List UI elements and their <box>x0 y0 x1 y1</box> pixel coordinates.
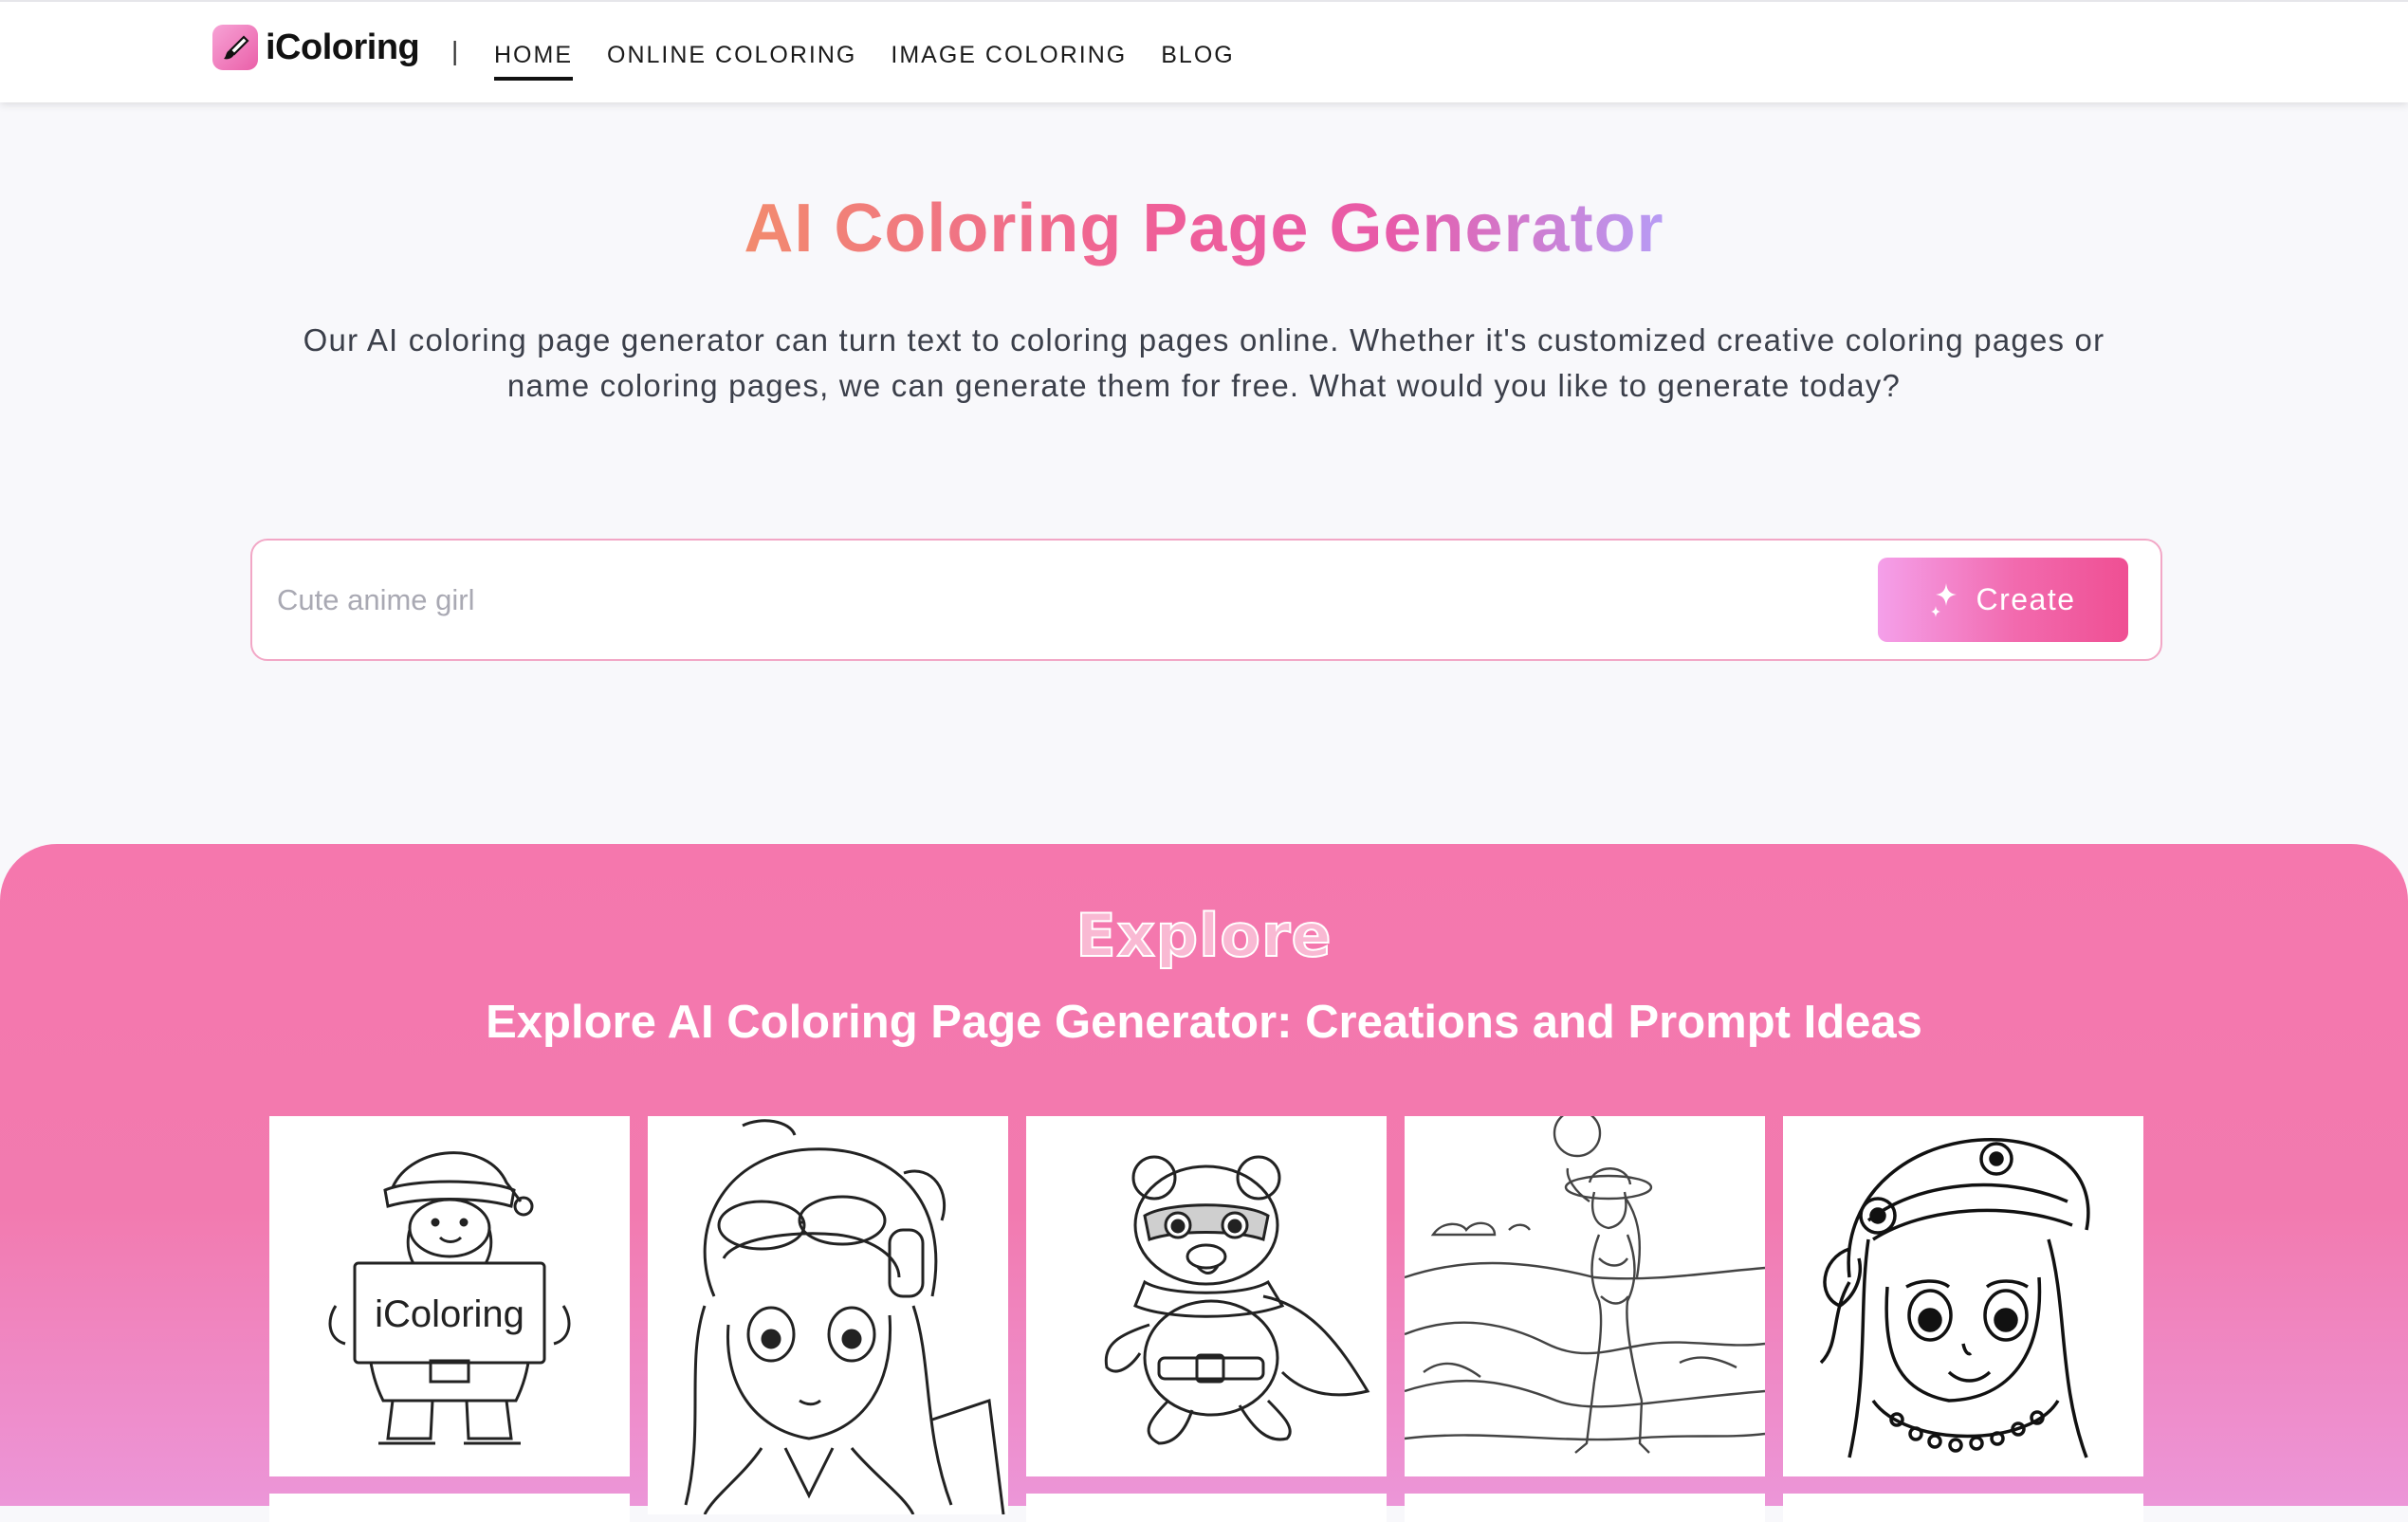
nav-online-coloring[interactable]: ONLINE COLORING <box>607 38 856 69</box>
logo-text: iColoring <box>266 27 420 67</box>
gallery-card-row2-3[interactable] <box>1026 1494 1387 1522</box>
santa-sign-drawing-icon: iColoring <box>328 1151 571 1445</box>
beach-woman-drawing-icon <box>1405 1116 1765 1454</box>
gallery-card-anime-girl[interactable] <box>648 1116 1008 1514</box>
gallery-card-headscarf-girl[interactable] <box>1783 1116 2143 1476</box>
create-button[interactable]: Create <box>1878 558 2128 642</box>
gallery-card-row2-1[interactable] <box>269 1494 630 1522</box>
explore-title: Explore AI Coloring Page Generator: Crea… <box>486 997 1922 1048</box>
anime-girl-headphones-drawing-icon <box>684 1119 1005 1514</box>
top-navbar: iColoring | HOME ONLINE COLORING IMAGE C… <box>0 0 2408 102</box>
explore-badge: Explore <box>1075 900 1333 971</box>
create-button-label: Create <box>1976 582 2076 616</box>
main-nav: HOME ONLINE COLORING IMAGE COLORING BLOG <box>494 2 1269 104</box>
gallery-card-bear[interactable] <box>1026 1116 1387 1476</box>
prompt-input[interactable] <box>277 561 2098 639</box>
nav-blog[interactable]: BLOG <box>1161 38 1234 69</box>
brush-icon <box>212 25 258 70</box>
gallery-card-row2-4[interactable] <box>1405 1494 1765 1522</box>
sparkle-icon <box>1930 581 1958 619</box>
page-title-text: AI Coloring Page Generator <box>744 191 1664 266</box>
explore-section: Explore Explore AI Coloring Page Generat… <box>0 844 2408 1522</box>
superhero-bear-drawing-icon <box>1104 1155 1370 1445</box>
gallery-card-beach[interactable] <box>1405 1116 1765 1476</box>
prompt-box: Create <box>250 539 2162 661</box>
gallery-card-row2-5[interactable] <box>1783 1494 2143 1522</box>
gallery-card-santa[interactable]: iColoring <box>269 1116 630 1476</box>
nav-home[interactable]: HOME <box>494 38 573 81</box>
logo-link[interactable]: iColoring <box>212 25 420 70</box>
nav-separator: | <box>451 36 459 65</box>
santa-sign-text: iColoring <box>375 1293 524 1335</box>
nav-image-coloring[interactable]: IMAGE COLORING <box>891 38 1127 69</box>
page-title: AI Coloring Page Generator <box>0 190 2408 267</box>
girl-headscarf-drawing-icon <box>1819 1138 2090 1458</box>
hero-description: Our AI coloring page generator can turn … <box>303 322 2105 403</box>
